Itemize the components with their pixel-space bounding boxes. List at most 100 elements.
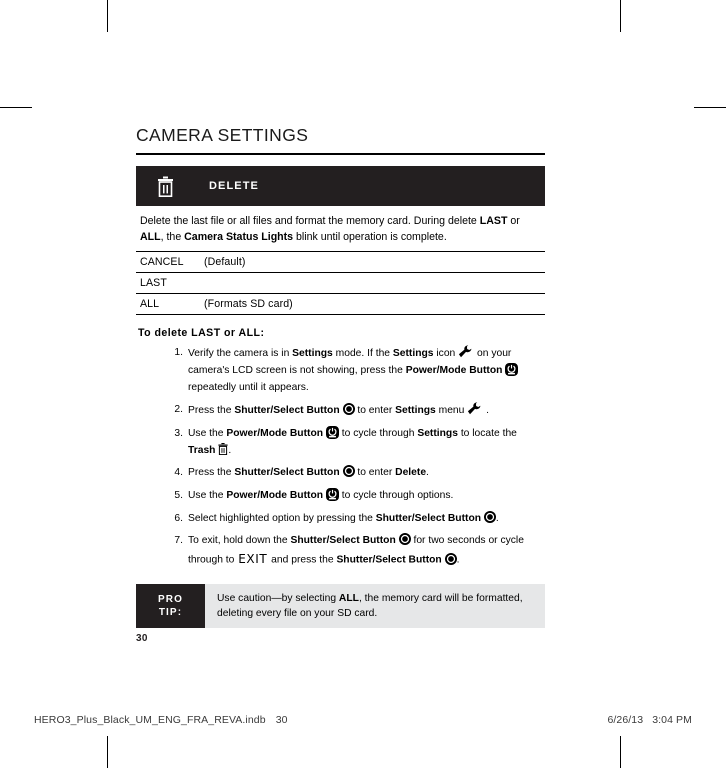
emphasis-term: Shutter/Select Button [234, 467, 340, 479]
step-item: Verify the camera is in Settings mode. I… [168, 345, 545, 396]
desc-text-2: or [507, 215, 520, 228]
desc-text-1: Delete the last file or all files and fo… [140, 215, 480, 228]
text-run: to cycle through options. [338, 490, 454, 502]
text-run: icon [433, 348, 459, 360]
text-run: . [456, 554, 460, 566]
crop-mark-top-right-vertical [620, 0, 621, 32]
option-row-last[interactable]: LAST [136, 273, 545, 295]
emphasis-term: Trash [188, 444, 216, 456]
pro-tip-box: PRO TIP: Use caution—by selecting ALL, t… [136, 583, 545, 629]
emphasis-term: Delete [395, 467, 427, 479]
option-name: ALL [140, 298, 160, 311]
pro-tip-tag-line-2: TIP: [158, 607, 183, 619]
text-run: . [228, 444, 232, 456]
crop-mark-top-left-vertical [107, 0, 108, 32]
emphasis-term: Shutter/Select Button [375, 512, 482, 524]
footer-date: 6/26/13 [607, 714, 644, 726]
shutter-select-icon [342, 403, 355, 416]
text-run: . [483, 405, 489, 417]
emphasis-term: Settings [417, 428, 458, 440]
text-run: to locate the [457, 428, 517, 440]
power-mode-icon [505, 363, 519, 377]
emphasis-term: Settings [292, 348, 333, 360]
crop-mark-bottom-right-vertical [620, 736, 621, 768]
shutter-select-icon [342, 465, 355, 478]
page-number: 30 [136, 633, 148, 644]
step-item: Press the Shutter/Select Button to enter… [168, 465, 545, 482]
desc-bold-all: ALL [140, 231, 161, 244]
mode-header-bar: DELETE [136, 166, 545, 207]
text-run: . [495, 512, 499, 524]
desc-bold-status-lights: Camera Status Lights [184, 231, 294, 244]
steps-list: Verify the camera is in Settings mode. I… [136, 345, 545, 569]
footer-left: HERO3_Plus_Black_UM_ENG_FRA_REVA.indb 30 [34, 714, 288, 726]
text-run: and press the [268, 554, 337, 566]
trash-icon [218, 442, 228, 455]
exit-glyph: EXIT [238, 552, 268, 567]
option-name: LAST [140, 277, 167, 290]
pro-tip-text: Use caution—by selecting ALL, the memory… [205, 583, 545, 629]
mode-description: Delete the last file or all files and fo… [136, 206, 545, 253]
crop-mark-right-horizontal [694, 107, 726, 108]
text-run: To exit, hold down the [188, 535, 291, 547]
desc-text-4: blink until operation is complete. [293, 231, 447, 244]
option-name: CANCEL [140, 256, 184, 269]
footer-page: 30 [275, 714, 288, 726]
text-run: Press the [188, 467, 235, 479]
desc-bold-last: LAST [479, 215, 508, 228]
text-run: mode. If the [332, 348, 393, 360]
text-run: repeatedly until it appears. [188, 381, 309, 393]
page-content: CAMERA SETTINGS DELETE Delete the last f… [136, 125, 545, 629]
emphasis-term: ALL [338, 592, 359, 604]
page-title: CAMERA SETTINGS [136, 125, 545, 156]
crop-mark-left-horizontal [0, 107, 32, 108]
footer-filename: HERO3_Plus_Black_UM_ENG_FRA_REVA.indb [34, 714, 266, 726]
text-run: to enter [354, 467, 396, 479]
pro-tip-tag: PRO TIP: [136, 583, 205, 629]
steps-heading: To delete LAST or ALL: [138, 327, 265, 340]
power-mode-icon [325, 488, 339, 502]
text-run: Press the [188, 405, 235, 417]
wrench-icon [458, 345, 474, 358]
option-note: (Formats SD card) [204, 298, 293, 311]
text-run: to cycle through [338, 428, 418, 440]
text-run: menu [435, 405, 468, 417]
emphasis-term: Power/Mode Button [405, 365, 503, 377]
desc-text-3: , the [160, 231, 185, 244]
pro-tip-tag-line-1: PRO [158, 593, 183, 605]
text-run: Use caution—by selecting [217, 592, 339, 604]
footer-time: 3:04 PM [652, 714, 692, 726]
wrench-icon [467, 402, 483, 415]
text-run: Verify the camera is in [188, 348, 293, 360]
step-item: Use the Power/Mode Button to cycle throu… [168, 426, 545, 459]
emphasis-term: Settings [392, 348, 434, 360]
emphasis-term: Settings [395, 405, 436, 417]
footer-right: 6/26/13 3:04 PM [607, 714, 692, 726]
options-table: CANCEL (Default) LAST ALL (Formats SD ca… [136, 252, 545, 316]
option-row-all[interactable]: ALL (Formats SD card) [136, 294, 545, 316]
pro-tip-paragraph: Use caution—by selecting ALL, the memory… [217, 591, 535, 622]
emphasis-term: Shutter/Select Button [234, 405, 340, 417]
mode-header-label: DELETE [209, 180, 259, 193]
emphasis-term: Shutter/Select Button [290, 535, 396, 547]
text-run: to enter [354, 405, 396, 417]
power-mode-icon [325, 426, 339, 440]
step-item: Select highlighted option by pressing th… [168, 510, 545, 528]
shutter-select-icon [444, 552, 457, 565]
shutter-select-icon [483, 510, 496, 523]
text-run: Use the [188, 428, 227, 440]
crop-mark-bottom-left-vertical [107, 736, 108, 768]
text-run: Select highlighted option by pressing th… [188, 512, 376, 524]
emphasis-term: Power/Mode Button [226, 428, 324, 440]
shutter-select-icon [398, 533, 411, 546]
step-item: Press the Shutter/Select Button to enter… [168, 402, 545, 420]
text-run: . [426, 467, 429, 479]
print-footer: HERO3_Plus_Black_UM_ENG_FRA_REVA.indb 30 … [34, 714, 692, 726]
emphasis-term: Shutter/Select Button [336, 554, 442, 566]
emphasis-term: Power/Mode Button [226, 490, 324, 502]
step-item: To exit, hold down the Shutter/Select Bu… [168, 533, 545, 569]
text-run: Use the [188, 490, 227, 502]
trash-icon [155, 174, 175, 198]
step-item: Use the Power/Mode Button to cycle throu… [168, 488, 545, 505]
option-row-cancel[interactable]: CANCEL (Default) [136, 252, 545, 274]
